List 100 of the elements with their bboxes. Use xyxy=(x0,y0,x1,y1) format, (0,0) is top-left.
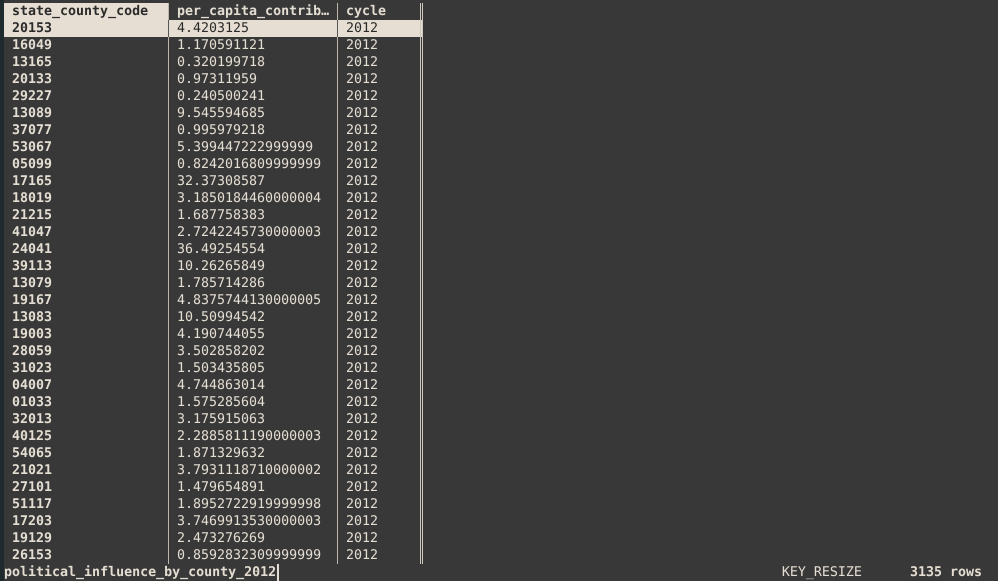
table-cell: 2012 xyxy=(337,445,416,462)
table-row[interactable]: 17203 3.7469913530000003 2012 xyxy=(4,513,423,530)
table-cell: 2012 xyxy=(337,241,416,258)
table-cell: 2.7242245730000003 xyxy=(168,224,337,241)
table-cell-text: 28059 xyxy=(11,343,54,360)
table-cell: 2012 xyxy=(337,122,416,139)
table-cell: 2012 xyxy=(337,20,416,37)
table-row[interactable]: 20133 0.97311959 2012 xyxy=(4,71,423,88)
table-row[interactable]: 28059 3.502858202 2012 xyxy=(4,343,423,360)
column-header[interactable]: state_county_code xyxy=(4,3,168,20)
table-row[interactable]: 54065 1.871329632 2012 xyxy=(4,445,423,462)
table-row[interactable]: 13089 9.545594685 2012 xyxy=(4,105,423,122)
table-cell: 2012 xyxy=(337,173,416,190)
table-cell: 4.190744055 xyxy=(168,326,337,343)
table-cell-text: 32013 xyxy=(11,411,54,428)
table-cell: 2012 xyxy=(337,496,416,513)
table-cell: 0.240500241 xyxy=(168,88,337,105)
table-cell: 3.1850184460000004 xyxy=(168,190,337,207)
table-cell: 0.8242016809999999 xyxy=(168,156,337,173)
table-row[interactable]: 17165 32.37308587 2012 xyxy=(4,173,423,190)
table-cell-text: 20153 xyxy=(11,20,54,37)
table-cell: 2012 xyxy=(337,88,416,105)
table-cell: 2012 xyxy=(337,462,416,479)
table-cell: 4.8375744130000005 xyxy=(168,292,337,309)
table-cell: 1.479654891 xyxy=(168,479,337,496)
table-cell: 3.7931118710000002 xyxy=(168,462,337,479)
status-message: KEY_RESIZE xyxy=(782,564,862,581)
table-row[interactable]: 13083 10.50994542 2012 xyxy=(4,309,423,326)
table-row[interactable]: 32013 3.175915063 2012 xyxy=(4,411,423,428)
table-cell: 2012 xyxy=(337,343,416,360)
table-cell-text: 20133 xyxy=(11,71,54,88)
table-row[interactable]: 29227 0.240500241 2012 xyxy=(4,88,423,105)
table-cell-text: 41047 xyxy=(11,224,54,241)
table-row[interactable]: 01033 1.575285604 2012 xyxy=(4,394,423,411)
table-row[interactable]: 40125 2.2885811190000003 2012 xyxy=(4,428,423,445)
table-cell-text: 27101 xyxy=(11,479,54,496)
table-cell-text: 26153 xyxy=(11,547,54,564)
table-cell-text: 21215 xyxy=(11,207,54,224)
table-row[interactable]: 04007 4.744863014 2012 xyxy=(4,377,423,394)
sheet-name: political_influence_by_county_2012 xyxy=(4,564,280,581)
table-row[interactable]: 37077 0.995979218 2012 xyxy=(4,122,423,139)
table-cell: 1.503435805 xyxy=(168,360,337,377)
table-row[interactable]: 39113 10.26265849 2012 xyxy=(4,258,423,275)
table-row[interactable]: 19167 4.8375744130000005 2012 xyxy=(4,292,423,309)
table-cell: 0.97311959 xyxy=(168,71,337,88)
table-row[interactable]: 24041 36.49254554 2012 xyxy=(4,241,423,258)
table-cell: 2012 xyxy=(337,224,416,241)
table-cell: 2012 xyxy=(337,207,416,224)
table-cell-text: 04007 xyxy=(11,377,54,394)
table-row[interactable]: 21021 3.7931118710000002 2012 xyxy=(4,462,423,479)
table-cell: 0.995979218 xyxy=(168,122,337,139)
table-row[interactable]: 13079 1.785714286 2012 xyxy=(4,275,423,292)
table-row[interactable]: 16049 1.170591121 2012 xyxy=(4,37,423,54)
table-cell: 10.26265849 xyxy=(168,258,337,275)
table-cell: 4.4203125 xyxy=(168,20,337,37)
table-cell: 36.49254554 xyxy=(168,241,337,258)
table-cell-text: 18019 xyxy=(11,190,54,207)
table-cell: 32.37308587 xyxy=(168,173,337,190)
table-cell-text: 17203 xyxy=(11,513,54,530)
table-cell-text: 40125 xyxy=(11,428,54,445)
table-row[interactable]: 51117 1.8952722919999998 2012 xyxy=(4,496,423,513)
table-row[interactable]: 53067 5.399447222999999 2012 xyxy=(4,139,423,156)
table-cell: 2.473276269 xyxy=(168,530,337,547)
table-cell: 1.871329632 xyxy=(168,445,337,462)
table-row[interactable]: 31023 1.503435805 2012 xyxy=(4,360,423,377)
table-cell-text: 01033 xyxy=(11,394,54,411)
table-cell: 2012 xyxy=(337,258,416,275)
table-cell: 2012 xyxy=(337,411,416,428)
table-row[interactable]: 21215 1.687758383 2012 xyxy=(4,207,423,224)
table-cell-text: 21021 xyxy=(11,462,54,479)
table-cell: 2012 xyxy=(337,394,416,411)
table-cell: 2.2885811190000003 xyxy=(168,428,337,445)
table-cell-text: 24041 xyxy=(11,241,54,258)
table-row[interactable]: 18019 3.1850184460000004 2012 xyxy=(4,190,423,207)
table-cell-text: 13079 xyxy=(11,275,54,292)
table-row[interactable]: 05099 0.8242016809999999 2012 xyxy=(4,156,423,173)
table-cell: 2012 xyxy=(337,513,416,530)
table-cell-text: 13083 xyxy=(11,309,54,326)
table-cell: 3.7469913530000003 xyxy=(168,513,337,530)
table-cell: 2012 xyxy=(337,309,416,326)
table-cell: 2012 xyxy=(337,37,416,54)
table-cell: 2012 xyxy=(337,360,416,377)
table-cell: 2012 xyxy=(337,428,416,445)
table-cell: 2012 xyxy=(337,547,416,564)
table-cell: 2012 xyxy=(337,479,416,496)
table-cell: 3.502858202 xyxy=(168,343,337,360)
table-cell: 4.744863014 xyxy=(168,377,337,394)
table-row[interactable]: 20153 4.4203125 2012 xyxy=(4,20,423,37)
table-row[interactable]: 27101 1.479654891 2012 xyxy=(4,479,423,496)
table-row[interactable]: 19129 2.473276269 2012 xyxy=(4,530,423,547)
table-cell: 10.50994542 xyxy=(168,309,337,326)
table-cell-text: 31023 xyxy=(11,360,54,377)
table-cell-text: 13089 xyxy=(11,105,54,122)
table-row[interactable]: 13165 0.320199718 2012 xyxy=(4,54,423,71)
table-row[interactable]: 41047 2.7242245730000003 2012 xyxy=(4,224,423,241)
table-cell-text: 53067 xyxy=(11,139,54,156)
table-row[interactable]: 19003 4.190744055 2012 xyxy=(4,326,423,343)
table-cell: 2012 xyxy=(337,377,416,394)
table-cell: 3.175915063 xyxy=(168,411,337,428)
table-row[interactable]: 26153 0.8592832309999999 2012 xyxy=(4,547,423,564)
